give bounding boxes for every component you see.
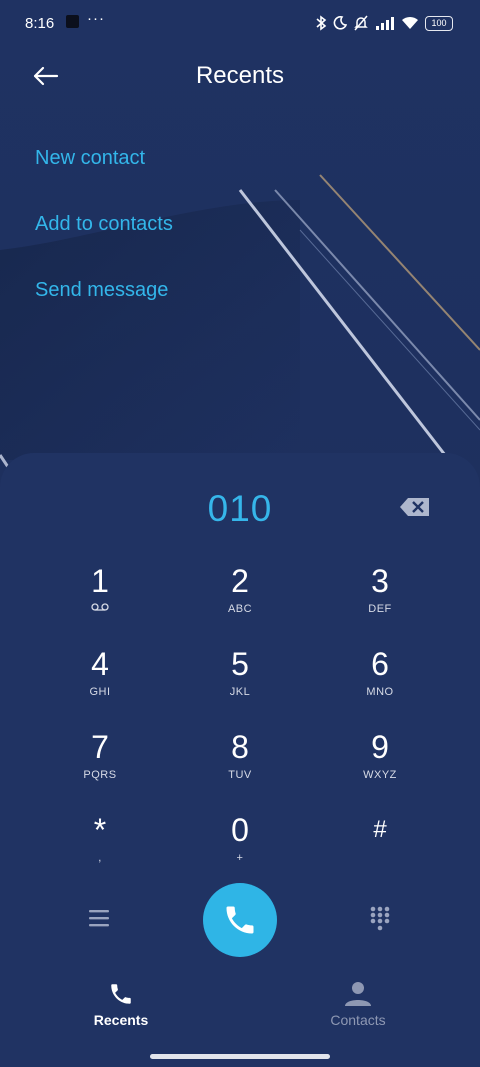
battery-indicator: 100 [425, 15, 453, 31]
key-0[interactable]: 0 + [185, 812, 295, 886]
keypad-grid-icon [370, 906, 390, 931]
key-hash[interactable]: # [325, 812, 435, 886]
key-digit: 9 [371, 729, 389, 765]
key-digit: 4 [91, 646, 109, 682]
call-button[interactable] [203, 883, 277, 957]
tab-recents[interactable]: Recents [61, 981, 181, 1028]
menu-button[interactable] [88, 908, 110, 928]
voicemail-icon [45, 602, 155, 616]
person-icon [345, 982, 371, 1006]
key-letters: + [236, 852, 244, 864]
bluetooth-icon [316, 15, 327, 31]
key-7[interactable]: 7 PQRS [45, 729, 155, 803]
phone-icon [226, 906, 254, 934]
key-digit: 5 [231, 646, 249, 682]
key-digit: 2 [231, 563, 249, 599]
home-indicator[interactable] [150, 1054, 330, 1059]
signal-icon [376, 17, 394, 30]
moon-icon [333, 16, 347, 30]
key-digit: * [93, 812, 107, 848]
key-letters: GHI [89, 686, 111, 698]
page-title: Recents [195, 62, 285, 89]
keypad-toggle-button[interactable] [369, 906, 391, 932]
add-to-contacts-link[interactable]: Add to contacts [35, 213, 173, 236]
send-message-link[interactable]: Send message [35, 279, 168, 302]
tab-contacts-label: Contacts [330, 1012, 386, 1028]
mute-bell-icon [354, 15, 368, 31]
key-4[interactable]: 4 GHI [45, 646, 155, 720]
key-letters: MNO [366, 686, 394, 698]
status-bar: 8:16 ··· 100 [0, 0, 480, 46]
key-digit: # [373, 816, 387, 843]
key-digit: 1 [91, 563, 109, 599]
wifi-icon [402, 16, 418, 29]
key-letters: JKL [229, 686, 251, 698]
status-icons: 100 [315, 13, 453, 33]
key-letters: WXYZ [363, 769, 397, 781]
key-letters: , [98, 852, 102, 864]
notification-app-icon [66, 15, 79, 28]
key-digit: 6 [371, 646, 389, 682]
key-digit: 8 [231, 729, 249, 765]
tab-contacts[interactable]: Contacts [298, 981, 418, 1028]
status-time: 8:16 [25, 15, 55, 32]
key-5[interactable]: 5 JKL [185, 646, 295, 720]
key-letters: TUV [228, 769, 252, 781]
key-letters: ABC [227, 603, 253, 615]
key-digit: 7 [91, 729, 109, 765]
key-1[interactable]: 1 [45, 563, 155, 637]
key-2[interactable]: 2 ABC [185, 563, 295, 637]
new-contact-link[interactable]: New contact [35, 147, 145, 170]
key-6[interactable]: 6 MNO [325, 646, 435, 720]
key-8[interactable]: 8 TUV [185, 729, 295, 803]
key-3[interactable]: 3 DEF [325, 563, 435, 637]
phone-icon [111, 984, 131, 1004]
backspace-icon [400, 498, 429, 516]
key-letters: PQRS [83, 769, 117, 781]
backspace-button[interactable] [398, 496, 432, 518]
key-digit: 3 [371, 563, 389, 599]
key-letters: DEF [368, 603, 392, 615]
tab-recents-label: Recents [93, 1012, 149, 1028]
key-star[interactable]: * , [45, 812, 155, 886]
key-digit: 0 [231, 812, 249, 848]
more-notifications-icon: ··· [87, 10, 105, 27]
key-9[interactable]: 9 WXYZ [325, 729, 435, 803]
menu-icon [89, 910, 109, 927]
